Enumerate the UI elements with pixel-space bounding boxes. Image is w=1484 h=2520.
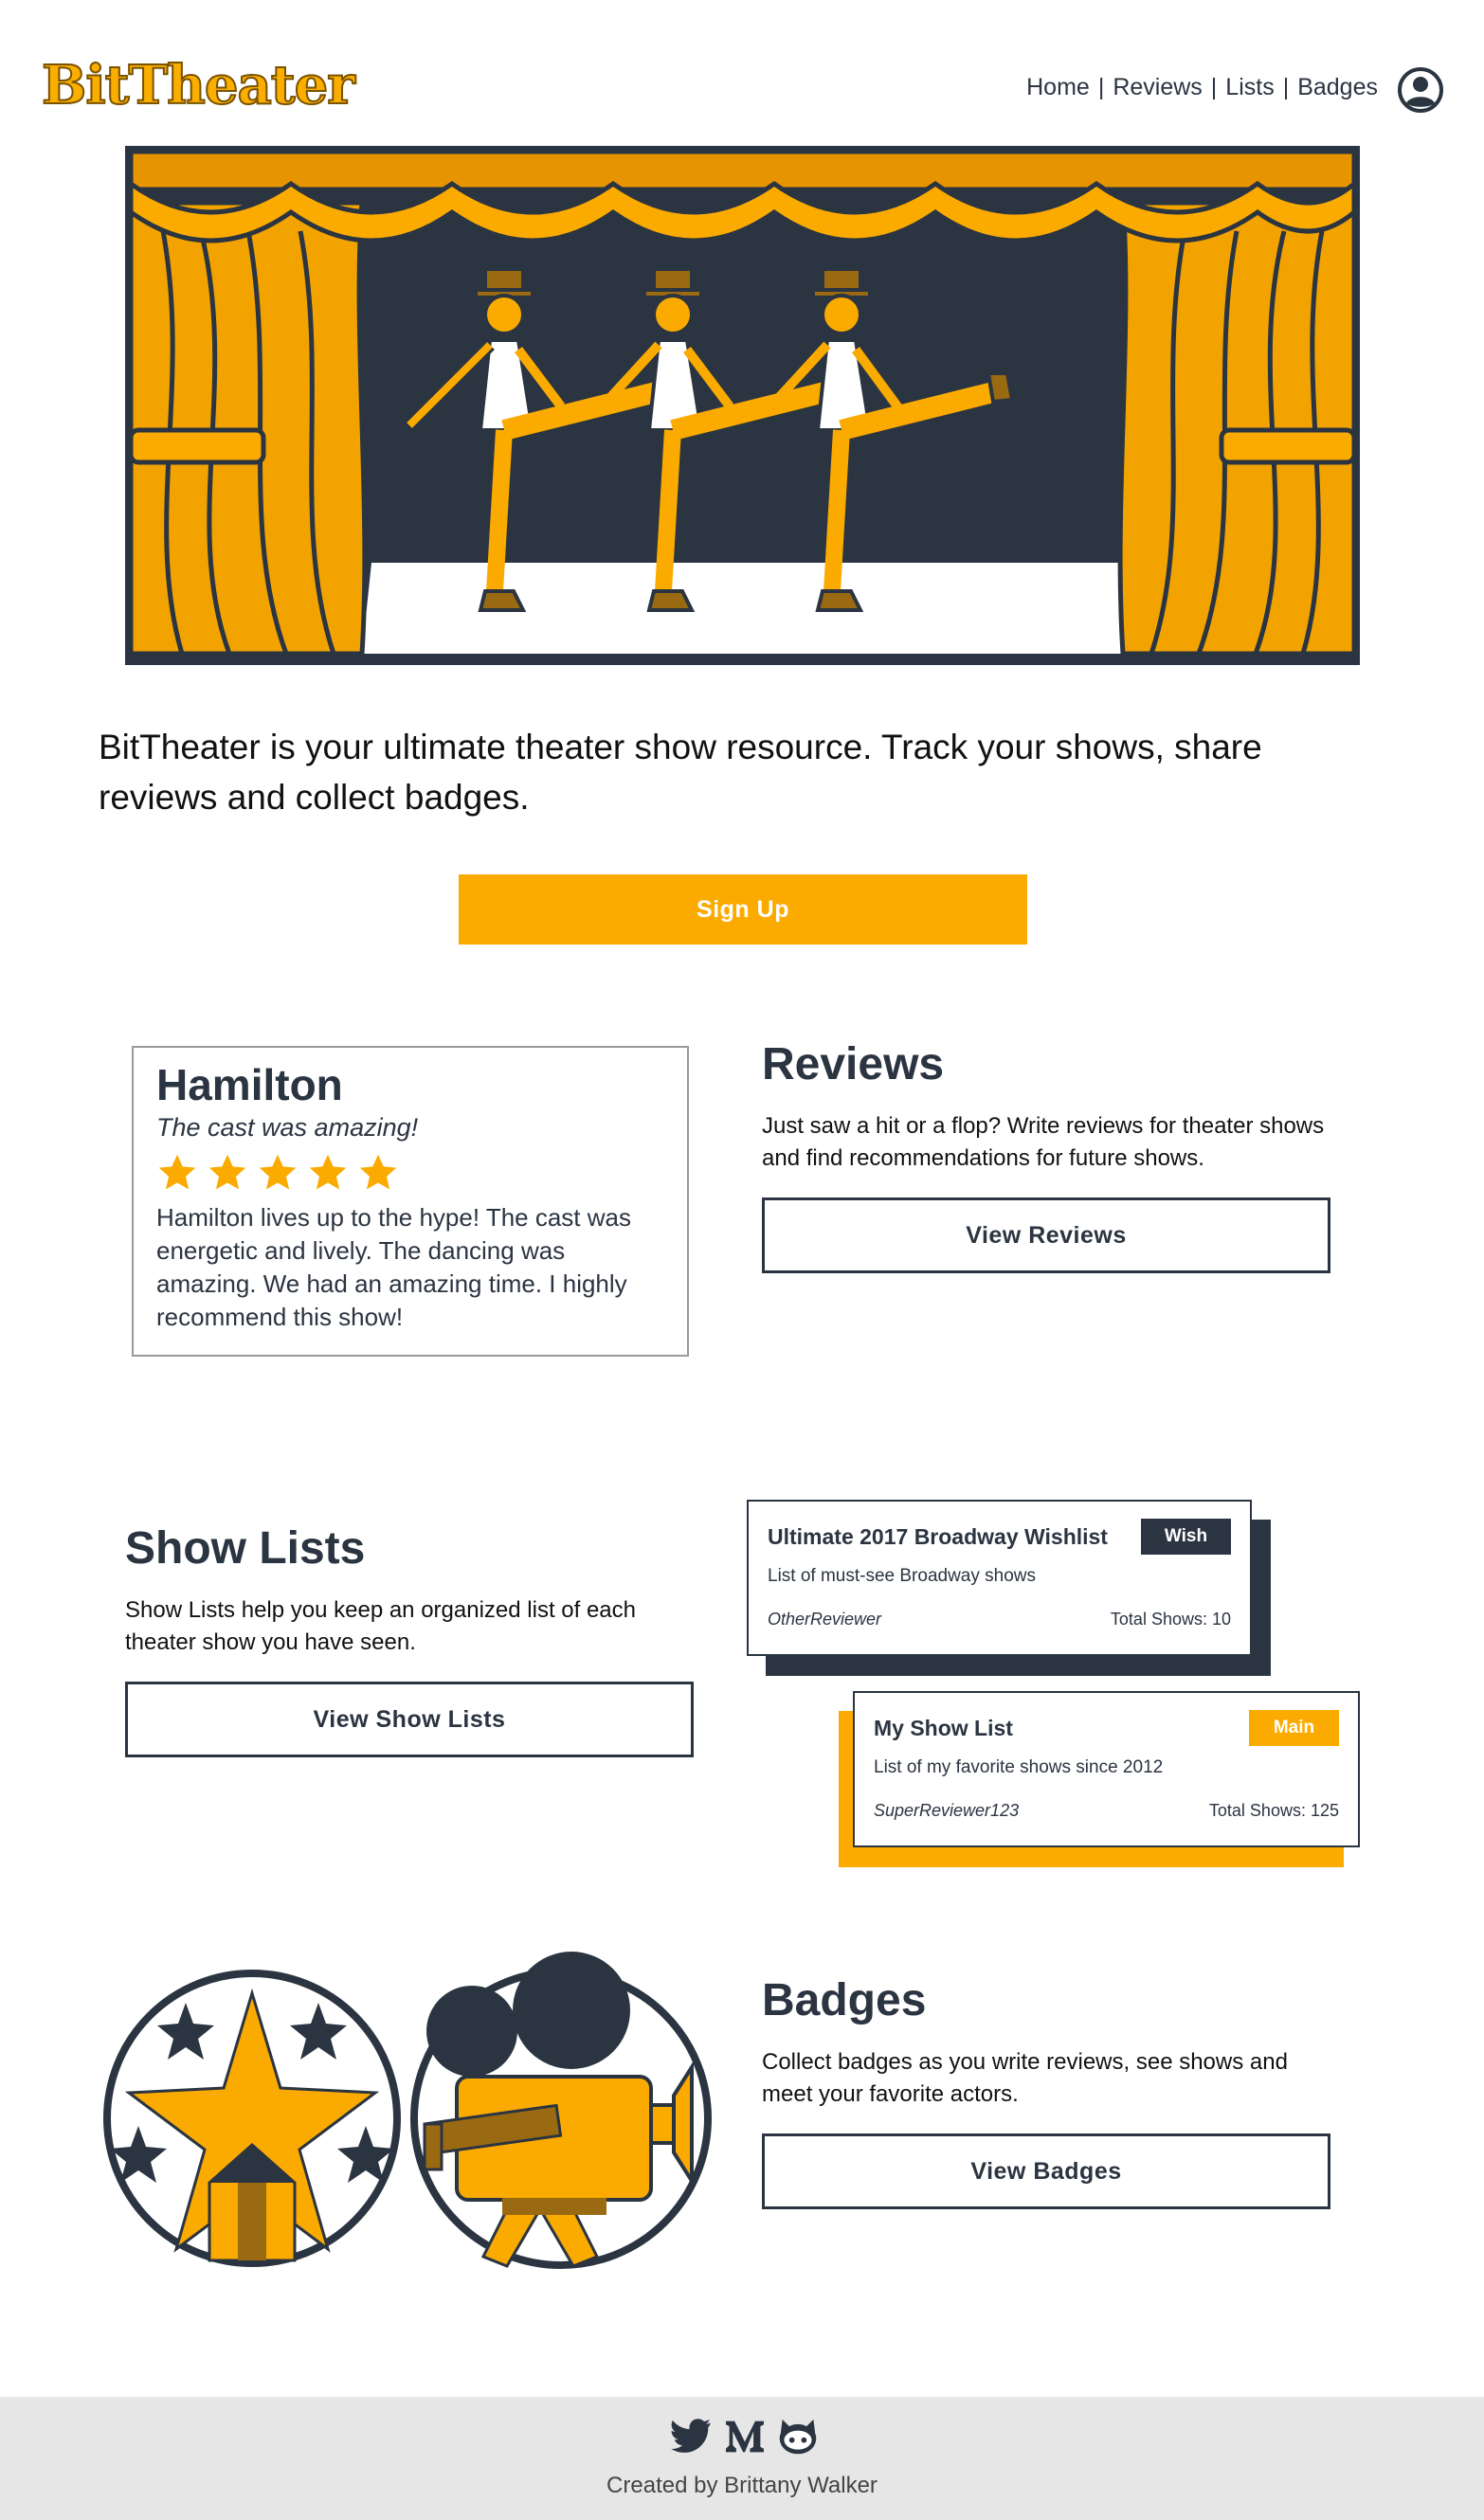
- star-rating: [156, 1152, 664, 1194]
- user-circle-icon[interactable]: [1397, 66, 1444, 114]
- list-card-description: List of must-see Broadway shows: [768, 1566, 1037, 1586]
- camera-badge-icon: [410, 1952, 712, 2269]
- nav-reviews[interactable]: Reviews: [1113, 74, 1202, 101]
- review-tagline: The cast was amazing!: [156, 1112, 419, 1142]
- review-body: Hamilton lives up to the hype! The cast …: [156, 1202, 631, 1331]
- view-show-lists-button[interactable]: View Show Lists: [125, 1682, 694, 1757]
- main-nav: Home | Reviews | Lists | Badges: [1026, 74, 1378, 101]
- left-curtain: [128, 200, 368, 657]
- nav-badges[interactable]: Badges: [1297, 74, 1378, 101]
- show-lists-heading: Show Lists: [125, 1523, 366, 1574]
- review-card: Hamilton The cast was amazing! Hamilton …: [132, 1046, 689, 1357]
- badges-heading: Badges: [762, 1975, 927, 2025]
- intro-text: BitTheater is your ultimate theater show…: [99, 728, 1262, 817]
- list-card-title: My Show List: [874, 1715, 1013, 1740]
- hero-stage-illustration: [125, 146, 1360, 665]
- list-card-total: Total Shows: 125: [1208, 1801, 1339, 1820]
- sign-up-button[interactable]: Sign Up: [459, 874, 1027, 945]
- show-list-card[interactable]: My Show List Main List of my favorite sh…: [853, 1691, 1360, 1847]
- view-reviews-button[interactable]: View Reviews: [762, 1197, 1330, 1273]
- star-icon: [208, 1154, 246, 1190]
- list-card-badge: Wish: [1141, 1519, 1231, 1555]
- social-icons: [671, 2418, 819, 2456]
- right-curtain: [1117, 200, 1357, 657]
- list-card-badge: Main: [1249, 1710, 1339, 1746]
- footer-credit: Created by Brittany Walker: [606, 2473, 878, 2498]
- nav-home[interactable]: Home: [1026, 74, 1090, 101]
- medium-icon[interactable]: [724, 2418, 766, 2456]
- star-icon: [259, 1154, 297, 1190]
- footer: Created by Brittany Walker: [0, 2397, 1484, 2520]
- list-card-user: OtherReviewer: [768, 1610, 882, 1629]
- nav-lists[interactable]: Lists: [1225, 74, 1274, 101]
- list-card-user: SuperReviewer123: [874, 1801, 1020, 1820]
- review-title: Hamilton: [156, 1060, 343, 1109]
- nav-separator: |: [1097, 74, 1105, 100]
- twitter-icon[interactable]: [671, 2418, 713, 2456]
- nav-separator: |: [1210, 74, 1218, 100]
- github-icon[interactable]: [777, 2418, 819, 2456]
- star-badge-icon: [103, 1970, 401, 2267]
- list-card-title: Ultimate 2017 Broadway Wishlist: [768, 1523, 1108, 1549]
- view-badges-button[interactable]: View Badges: [762, 2133, 1330, 2209]
- reviews-heading: Reviews: [762, 1039, 945, 1089]
- star-icon: [309, 1154, 347, 1190]
- nav-separator: |: [1282, 74, 1290, 100]
- list-card-description: List of my favorite shows since 2012: [874, 1757, 1164, 1777]
- list-card-total: Total Shows: 10: [1110, 1610, 1231, 1629]
- star-icon: [359, 1154, 397, 1190]
- reviews-text: Just saw a hit or a flop? Write reviews …: [762, 1113, 1325, 1171]
- show-list-card[interactable]: Ultimate 2017 Broadway Wishlist Wish Lis…: [747, 1500, 1252, 1656]
- badges-text: Collect badges as you write reviews, see…: [762, 2049, 1288, 2107]
- show-lists-text: Show Lists help you keep an organized li…: [125, 1597, 637, 1655]
- star-icon: [158, 1154, 196, 1190]
- site-logo[interactable]: BitTheater: [41, 58, 356, 113]
